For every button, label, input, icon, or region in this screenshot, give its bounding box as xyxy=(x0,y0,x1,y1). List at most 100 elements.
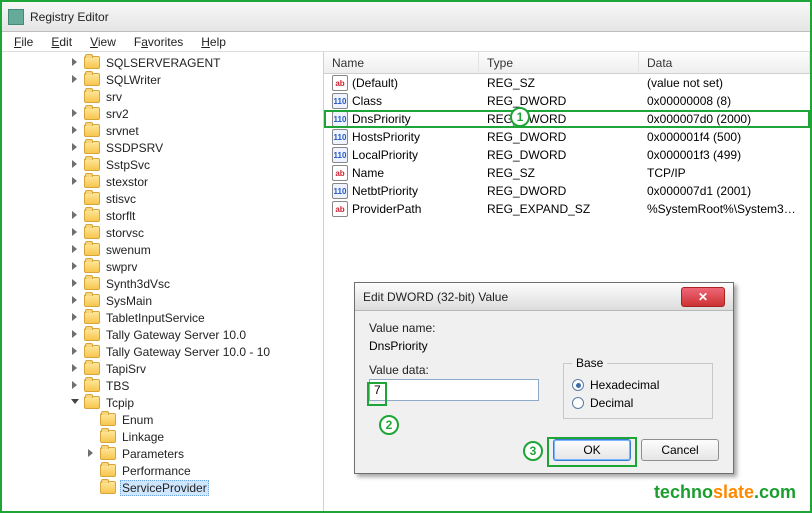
value-name: Name xyxy=(352,166,384,180)
list-header[interactable]: Name Type Data xyxy=(324,52,810,74)
folder-icon xyxy=(84,328,100,341)
tree-item[interactable]: swenum xyxy=(6,241,323,258)
value-data-input[interactable] xyxy=(369,379,539,401)
app-icon xyxy=(8,9,24,25)
folder-icon xyxy=(84,260,100,273)
value-row[interactable]: 110HostsPriorityREG_DWORD0x000001f4 (500… xyxy=(324,128,810,146)
value-row[interactable]: 110NetbtPriorityREG_DWORD0x000007d1 (200… xyxy=(324,182,810,200)
radio-hex[interactable] xyxy=(572,379,584,391)
value-row[interactable]: ab(Default)REG_SZ(value not set) xyxy=(324,74,810,92)
tree-item[interactable]: ServiceProvider xyxy=(6,479,323,496)
expand-icon[interactable] xyxy=(70,227,81,238)
tree-item[interactable]: TBS xyxy=(6,377,323,394)
radio-dec[interactable] xyxy=(572,397,584,409)
tree-item[interactable]: Tally Gateway Server 10.0 - 10 xyxy=(6,343,323,360)
tree-item[interactable]: SQLSERVERAGENT xyxy=(6,54,323,71)
edit-dword-dialog[interactable]: Edit DWORD (32-bit) Value ✕ Value name: … xyxy=(354,282,734,474)
folder-icon xyxy=(84,311,100,324)
tree-item[interactable]: SSDPSRV xyxy=(6,139,323,156)
folder-icon xyxy=(100,413,116,426)
expand-icon[interactable] xyxy=(86,448,97,459)
expand-icon xyxy=(86,482,97,493)
value-row[interactable]: abProviderPathREG_EXPAND_SZ%SystemRoot%\… xyxy=(324,200,810,218)
expand-icon[interactable] xyxy=(70,142,81,153)
tree-item[interactable]: stisvc xyxy=(6,190,323,207)
tree-label: Performance xyxy=(120,464,193,478)
expand-icon[interactable] xyxy=(70,346,81,357)
tree-item[interactable]: srv xyxy=(6,88,323,105)
tree-item[interactable]: Linkage xyxy=(6,428,323,445)
expand-icon[interactable] xyxy=(70,380,81,391)
folder-icon xyxy=(84,90,100,103)
expand-icon[interactable] xyxy=(70,176,81,187)
cancel-button[interactable]: Cancel xyxy=(641,439,719,461)
expand-icon[interactable] xyxy=(70,261,81,272)
folder-icon xyxy=(100,430,116,443)
expand-icon[interactable] xyxy=(70,159,81,170)
registry-tree[interactable]: SQLSERVERAGENTSQLWriter srv srv2srvnetSSDP… xyxy=(2,52,324,511)
tree-label: Tcpip xyxy=(104,396,136,410)
col-name[interactable]: Name xyxy=(324,52,479,73)
value-name-label: Value name: xyxy=(369,321,719,335)
tree-label: ServiceProvider xyxy=(120,480,209,496)
expand-icon[interactable] xyxy=(70,312,81,323)
expand-icon[interactable] xyxy=(70,244,81,255)
tree-item[interactable]: SysMain xyxy=(6,292,323,309)
tree-item[interactable]: stexstor xyxy=(6,173,323,190)
tree-item[interactable]: Tcpip xyxy=(6,394,323,411)
tree-item[interactable]: storvsc xyxy=(6,224,323,241)
tree-item[interactable]: swprv xyxy=(6,258,323,275)
folder-icon xyxy=(84,294,100,307)
expand-icon[interactable] xyxy=(70,210,81,221)
tree-item[interactable]: Enum xyxy=(6,411,323,428)
value-data: 0x000007d1 (2001) xyxy=(639,184,810,198)
value-data: 0x00000008 (8) xyxy=(639,94,810,108)
tree-item[interactable]: TapiSrv xyxy=(6,360,323,377)
expand-icon[interactable] xyxy=(70,57,81,68)
title-bar[interactable]: Registry Editor xyxy=(2,2,810,32)
close-icon[interactable]: ✕ xyxy=(681,287,725,307)
col-type[interactable]: Type xyxy=(479,52,639,73)
value-name: HostsPriority xyxy=(352,130,420,144)
radio-dec-row[interactable]: Decimal xyxy=(572,396,704,410)
expand-icon[interactable] xyxy=(70,74,81,85)
tree-item[interactable]: Parameters xyxy=(6,445,323,462)
tree-item[interactable]: srvnet xyxy=(6,122,323,139)
tree-item[interactable]: Synth3dVsc xyxy=(6,275,323,292)
tree-item[interactable]: SstpSvc xyxy=(6,156,323,173)
tree-item[interactable]: Tally Gateway Server 10.0 xyxy=(6,326,323,343)
value-row[interactable]: 110DnsPriorityREG_DWORD0x000007d0 (2000) xyxy=(324,110,810,128)
ok-button[interactable]: OK xyxy=(553,439,631,461)
expand-icon[interactable] xyxy=(70,295,81,306)
col-data[interactable]: Data xyxy=(639,52,810,73)
tree-label: srv2 xyxy=(104,107,131,121)
radio-dec-label: Decimal xyxy=(590,396,633,410)
radio-hex-row[interactable]: Hexadecimal xyxy=(572,378,704,392)
tree-label: srv xyxy=(104,90,124,104)
tree-label: SstpSvc xyxy=(104,158,152,172)
menu-edit[interactable]: Edit xyxy=(43,34,80,50)
tree-label: stexstor xyxy=(104,175,150,189)
menu-help[interactable]: Help xyxy=(193,34,234,50)
menu-favorites[interactable]: Favorites xyxy=(126,34,191,50)
expand-icon[interactable] xyxy=(70,329,81,340)
dialog-title-bar[interactable]: Edit DWORD (32-bit) Value ✕ xyxy=(355,283,733,311)
tree-item[interactable]: Performance xyxy=(6,462,323,479)
expand-icon[interactable] xyxy=(70,397,81,408)
folder-icon xyxy=(84,209,100,222)
value-data-label: Value data: xyxy=(369,363,539,377)
menu-view[interactable]: View xyxy=(82,34,124,50)
expand-icon[interactable] xyxy=(70,125,81,136)
expand-icon[interactable] xyxy=(70,363,81,374)
tree-item[interactable]: SQLWriter xyxy=(6,71,323,88)
tree-item[interactable]: TabletInputService xyxy=(6,309,323,326)
tree-item[interactable]: storflt xyxy=(6,207,323,224)
folder-icon xyxy=(84,345,100,358)
value-row[interactable]: abNameREG_SZTCP/IP xyxy=(324,164,810,182)
menu-file[interactable]: File xyxy=(6,34,41,50)
expand-icon[interactable] xyxy=(70,278,81,289)
tree-item[interactable]: srv2 xyxy=(6,105,323,122)
value-row[interactable]: 110LocalPriorityREG_DWORD0x000001f3 (499… xyxy=(324,146,810,164)
value-row[interactable]: 110ClassREG_DWORD0x00000008 (8) xyxy=(324,92,810,110)
expand-icon[interactable] xyxy=(70,108,81,119)
